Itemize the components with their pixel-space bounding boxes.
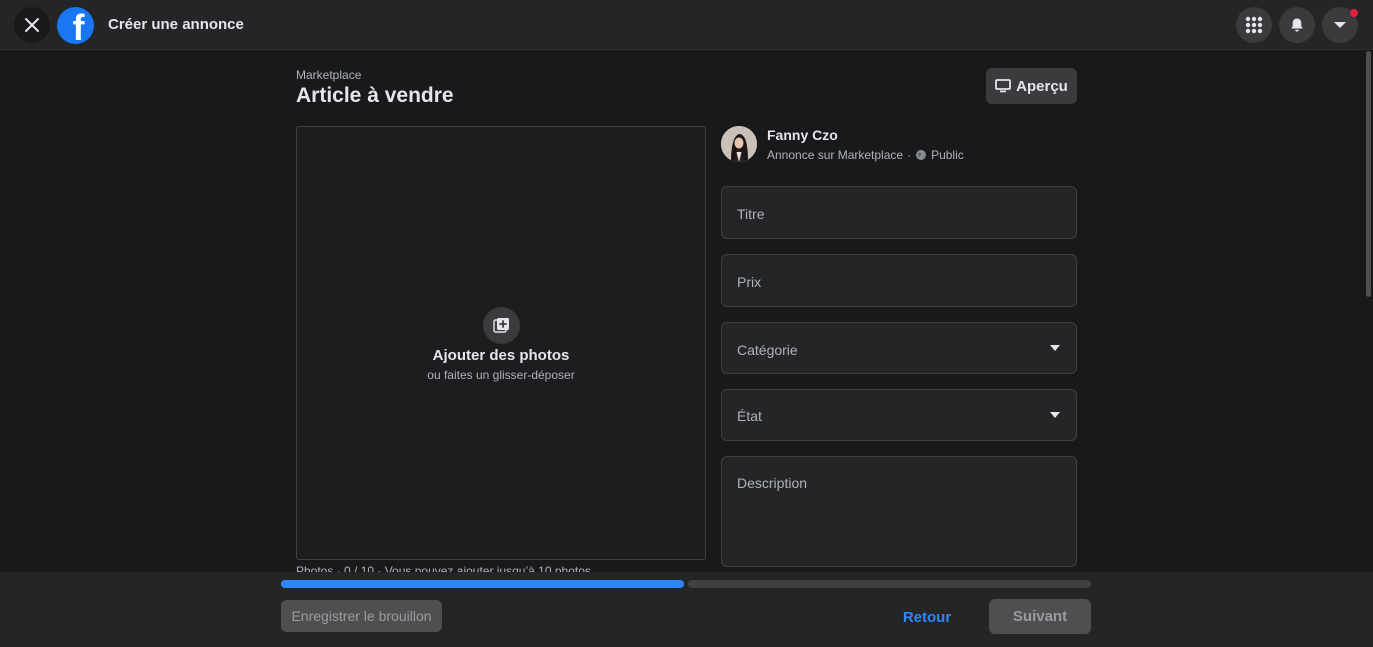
- back-button[interactable]: Retour: [891, 600, 963, 634]
- footer-bar: Enregistrer le brouillon Retour Suivant: [0, 572, 1373, 647]
- listing-type: Annonce sur Marketplace: [767, 148, 904, 162]
- facebook-logo-letter: f: [72, 7, 85, 45]
- description-textarea[interactable]: Description: [721, 456, 1077, 567]
- category-placeholder: Catégorie: [737, 342, 798, 358]
- listing-meta: Annonce sur Marketplace · Public: [767, 148, 964, 162]
- avatar[interactable]: [721, 126, 757, 162]
- preview-button[interactable]: Aperçu: [986, 68, 1077, 104]
- close-icon: [25, 18, 39, 32]
- add-photos-title: Ajouter des photos: [432, 347, 570, 364]
- menu-button[interactable]: [1236, 7, 1272, 43]
- photo-dropzone[interactable]: Ajouter des photos ou faites un glisser-…: [296, 126, 706, 560]
- title-placeholder: Titre: [737, 206, 765, 222]
- monitor-icon: [995, 79, 1012, 93]
- category-dropdown-icon: [1050, 345, 1060, 351]
- category-select[interactable]: Catégorie: [721, 322, 1077, 374]
- notifications-button[interactable]: [1279, 7, 1315, 43]
- audience-label[interactable]: Public: [931, 148, 964, 162]
- close-button[interactable]: [14, 7, 50, 43]
- bell-icon: [1291, 18, 1303, 32]
- progress-active-segment: [281, 580, 684, 588]
- avatar-image: [721, 126, 757, 162]
- preview-label: Aperçu: [1016, 77, 1068, 95]
- photo-count-text: Photos · 0 / 10 - Vous pouvez ajouter ju…: [296, 564, 595, 572]
- price-field[interactable]: Prix: [721, 254, 1077, 307]
- main-content: Marketplace Article à vendre Aperçu Ajou…: [0, 51, 1373, 572]
- window-title: Créer une annonce: [108, 16, 244, 33]
- description-placeholder: Description: [737, 475, 808, 491]
- price-placeholder: Prix: [737, 274, 762, 290]
- condition-placeholder: État: [737, 408, 762, 424]
- user-name[interactable]: Fanny Czo: [767, 127, 838, 143]
- step-progress: [281, 580, 1091, 589]
- menu-grid-icon: [1245, 16, 1263, 34]
- scrollbar[interactable]: [1366, 51, 1371, 297]
- page-title: Article à vendre: [296, 84, 454, 107]
- condition-select[interactable]: État: [721, 389, 1077, 441]
- save-draft-button[interactable]: Enregistrer le brouillon: [281, 600, 442, 632]
- top-bar: f Créer une annonce: [0, 0, 1373, 50]
- progress-remaining-segment: [688, 580, 1091, 588]
- add-photo-button[interactable]: [483, 307, 520, 344]
- title-field[interactable]: Titre: [721, 186, 1077, 239]
- account-menu-button[interactable]: [1322, 7, 1358, 43]
- notification-dot: [1350, 9, 1358, 17]
- globe-icon[interactable]: [915, 149, 927, 161]
- condition-dropdown-icon: [1050, 412, 1060, 418]
- facebook-logo[interactable]: f: [57, 7, 94, 44]
- breadcrumb[interactable]: Marketplace: [296, 68, 361, 82]
- next-button[interactable]: Suivant: [989, 599, 1091, 634]
- chevron-down-icon: [1334, 22, 1346, 28]
- drag-drop-hint: ou faites un glisser-déposer: [427, 368, 575, 382]
- add-photo-icon: [492, 317, 509, 333]
- meta-separator: ·: [907, 148, 912, 162]
